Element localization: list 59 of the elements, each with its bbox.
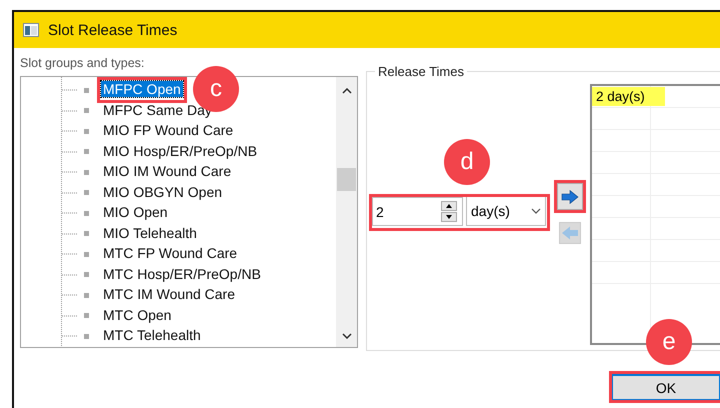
tree-connector-icon (62, 274, 78, 276)
list-item[interactable]: 2 day(s) (592, 87, 665, 106)
tree-connector-icon (62, 192, 78, 194)
window-icon (23, 23, 39, 37)
tree-label: Slot groups and types: (20, 56, 146, 70)
tree-item[interactable]: MIO Telehealth (101, 224, 199, 241)
bullet-icon (84, 170, 89, 175)
tree-item[interactable]: MTC Open (101, 306, 174, 323)
tree-connector-icon (62, 232, 78, 235)
bullet-icon (84, 108, 89, 114)
tree-connector-icon (62, 130, 78, 132)
window-title: Slot Release Times (48, 22, 178, 38)
tree-connector-icon (62, 314, 78, 317)
bullet-icon (84, 128, 89, 134)
tree-connector-icon (62, 171, 78, 174)
tree-connector-icon (62, 212, 78, 214)
group-title: Release Times (375, 64, 467, 79)
tree-connector-icon (62, 150, 78, 153)
tree-connector-icon (62, 335, 78, 338)
bullet-icon (84, 272, 89, 278)
spin-up-icon[interactable] (441, 201, 457, 211)
bullet-icon (84, 292, 89, 298)
tree-item[interactable]: MTC Hosp/ER/PreOp/NB (101, 266, 263, 282)
tree-item[interactable]: MIO FP Wound Care (101, 122, 236, 138)
right-arrow-icon (561, 190, 579, 204)
tree-item[interactable]: MTC Telehealth (101, 327, 203, 344)
callout-badge: e (646, 319, 692, 365)
scrollbar[interactable] (336, 77, 357, 347)
callout-badge: d (444, 139, 490, 185)
tree-item[interactable]: MTC FP Wound Care (101, 245, 240, 262)
tree-item[interactable]: MIO Open (101, 204, 170, 220)
tree-item[interactable]: MIO IM Wound Care (101, 163, 234, 180)
spin-down-icon[interactable] (441, 212, 457, 222)
bullet-icon (84, 313, 89, 318)
tree-item[interactable]: MTC IM Wound Care (101, 286, 237, 302)
dropdown-caret-icon (531, 208, 541, 214)
bullet-icon (84, 190, 89, 196)
add-button[interactable] (557, 183, 583, 210)
tree-item[interactable]: MIO OBGYN Open (101, 184, 224, 200)
bullet-icon (84, 210, 89, 216)
tree-connector-icon (62, 110, 78, 112)
bullet-icon (84, 334, 89, 339)
scroll-down-icon[interactable] (342, 333, 352, 339)
tree-connector-icon (62, 294, 78, 296)
spinner-value: 2 (376, 204, 384, 220)
ok-button[interactable]: OK (612, 374, 720, 400)
tree-item[interactable]: MFPC Open (101, 81, 183, 98)
tree-item[interactable]: MIO Hosp/ER/PreOp/NB (101, 142, 260, 159)
left-arrow-icon (561, 226, 579, 240)
bullet-icon (84, 88, 89, 93)
scroll-thumb[interactable] (337, 168, 356, 191)
unit-dropdown[interactable]: day(s) (466, 197, 546, 226)
number-spinner[interactable]: 2 (372, 197, 463, 226)
bullet-icon (84, 252, 89, 257)
bullet-icon (84, 231, 89, 236)
tree-connector-icon (62, 89, 78, 92)
tree-connector-icon (62, 253, 78, 256)
scroll-up-icon[interactable] (342, 88, 352, 94)
bullet-icon (84, 149, 89, 154)
